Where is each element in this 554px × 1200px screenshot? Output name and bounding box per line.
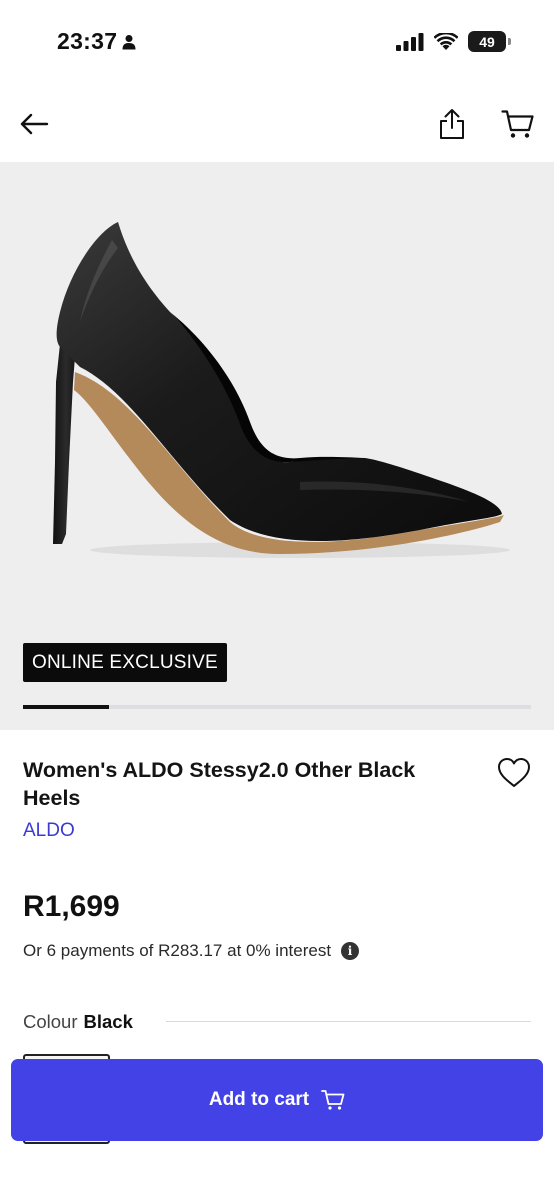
cart-button[interactable] bbox=[498, 104, 538, 144]
installment-info: Or 6 payments of R283.17 at 0% interest … bbox=[23, 941, 360, 961]
status-time: 23:37 bbox=[57, 28, 136, 55]
cart-icon bbox=[321, 1090, 345, 1110]
product-title: Women's ALDO Stessy2.0 Other Black Heels bbox=[23, 758, 416, 810]
share-icon bbox=[440, 109, 464, 139]
add-to-cart-label: Add to cart bbox=[208, 1089, 310, 1110]
product-price: R1,699 bbox=[23, 890, 120, 923]
online-exclusive-badge: ONLINE EXCLUSIVE bbox=[23, 643, 227, 682]
colour-selector-header: Colour Black bbox=[23, 1011, 133, 1033]
top-nav bbox=[0, 84, 554, 162]
carousel-progress-track bbox=[23, 705, 531, 709]
cart-icon bbox=[501, 110, 534, 138]
brand-link[interactable]: ALDO bbox=[23, 820, 75, 842]
carousel-progress-fill bbox=[23, 705, 109, 709]
cellular-signal-icon bbox=[396, 32, 424, 51]
share-button[interactable] bbox=[432, 104, 472, 144]
person-icon bbox=[122, 34, 136, 49]
battery-icon: 49 bbox=[468, 31, 511, 52]
arrow-left-icon bbox=[20, 113, 49, 135]
time-text: 23:37 bbox=[57, 28, 118, 54]
installment-text: Or 6 payments of R283.17 at 0% interest bbox=[23, 941, 332, 960]
status-bar: 23:37 49 bbox=[0, 0, 554, 84]
status-indicators: 49 bbox=[396, 31, 511, 52]
divider bbox=[166, 1021, 531, 1022]
product-image-carousel[interactable]: ONLINE EXCLUSIVE bbox=[0, 162, 554, 730]
heart-icon bbox=[498, 758, 530, 787]
battery-level: 49 bbox=[479, 33, 495, 50]
colour-label: Colour bbox=[23, 1011, 78, 1032]
colour-value: Black bbox=[83, 1011, 133, 1032]
wifi-icon bbox=[434, 32, 458, 50]
add-to-cart-button[interactable]: Add to cart bbox=[11, 1059, 543, 1141]
back-button[interactable] bbox=[14, 104, 54, 144]
wishlist-button[interactable] bbox=[496, 756, 532, 790]
info-icon[interactable]: i bbox=[341, 942, 360, 960]
